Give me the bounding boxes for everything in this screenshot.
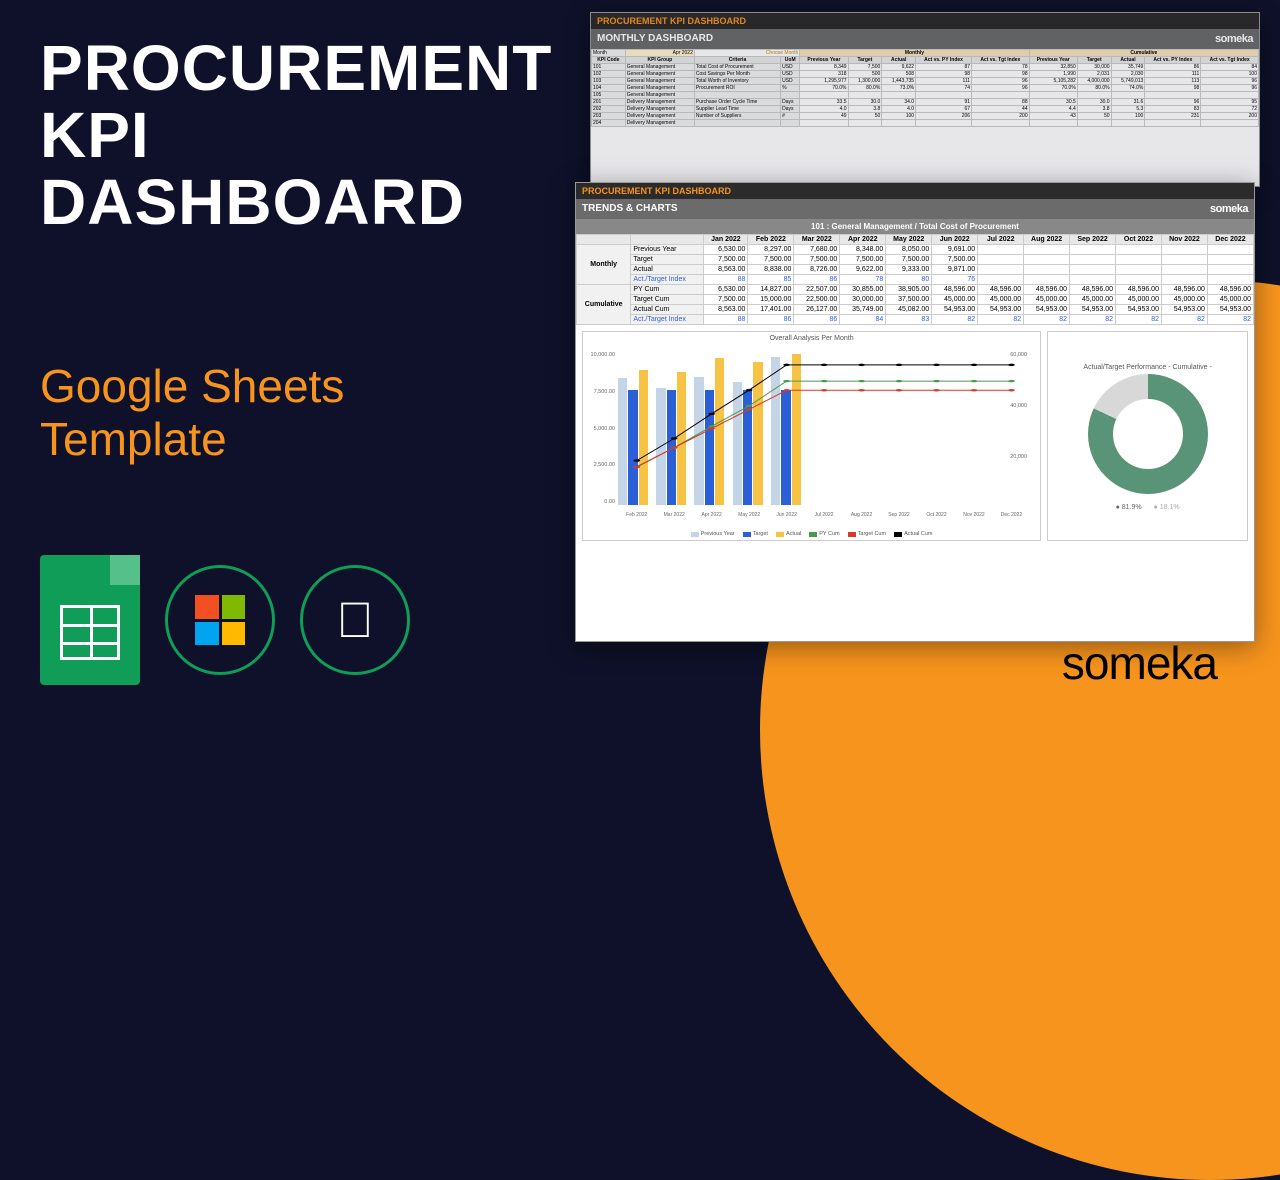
brand-logo: someka <box>1062 636 1230 690</box>
brand-text: someka <box>1062 637 1217 689</box>
title-line3: DASHBOARD <box>40 166 465 238</box>
panel-header: PROCUREMENT KPI DASHBOARD <box>591 13 1259 29</box>
subtitle-line2: Template <box>40 413 227 465</box>
title-line2: KPI <box>40 99 150 171</box>
subtitle-line1: Google Sheets <box>40 360 344 412</box>
donut-chart: Actual/Target Performance - Cumulative -… <box>1047 331 1248 541</box>
panel-section: MONTHLY DASHBOARD <box>597 33 713 45</box>
monthly-dashboard-panel: PROCUREMENT KPI DASHBOARD MONTHLY DASHBO… <box>590 12 1260 187</box>
monthly-kpi-table: Month Apr 2022 Choose Month Monthly Cumu… <box>591 49 1259 127</box>
donut-icon <box>1088 374 1208 494</box>
platform-icons-row:  <box>40 555 410 685</box>
google-sheets-icon <box>40 555 140 685</box>
overall-analysis-chart: Overall Analysis Per Month 10,000.007,50… <box>582 331 1041 541</box>
trends-data-table: Jan 2022Feb 2022Mar 2022Apr 2022May 2022… <box>576 234 1254 325</box>
title-line1: PROCUREMENT <box>40 32 552 104</box>
brand-small: someka <box>1210 203 1248 215</box>
trends-charts-panel: PROCUREMENT KPI DASHBOARD TRENDS & CHART… <box>575 182 1255 642</box>
month-selector[interactable]: Apr 2022 <box>625 50 694 57</box>
brand-small: someka <box>1215 33 1253 45</box>
panel-section: TRENDS & CHARTS <box>582 203 678 215</box>
subtitle: Google Sheets Template <box>40 360 344 466</box>
main-title: PROCUREMENT KPI DASHBOARD <box>40 35 552 237</box>
panel-header: PROCUREMENT KPI DASHBOARD <box>576 183 1254 199</box>
apple-icon:  <box>300 565 410 675</box>
kpi-title: 101 : General Management / Total Cost of… <box>576 219 1254 234</box>
windows-icon <box>165 565 275 675</box>
